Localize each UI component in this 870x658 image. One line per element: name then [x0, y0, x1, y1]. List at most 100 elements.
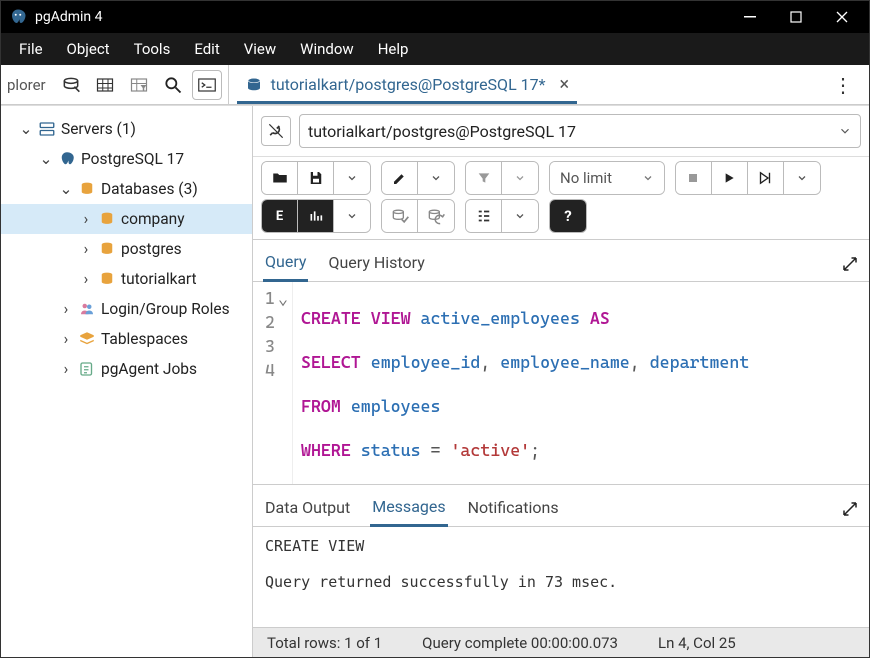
- tree-db-tutorialkart[interactable]: › tutorialkart: [1, 264, 252, 294]
- expand-icon[interactable]: ›: [59, 330, 73, 348]
- line-number: 1: [265, 286, 275, 310]
- tree-databases[interactable]: ⌄ Databases (3): [1, 174, 252, 204]
- save-file-button[interactable]: [298, 162, 334, 194]
- sql-keyword: FROM: [301, 396, 341, 416]
- pgagent-icon: [77, 360, 97, 378]
- expand-icon[interactable]: ⌄: [19, 120, 33, 138]
- query-tool-icon[interactable]: [56, 70, 86, 100]
- menu-tools[interactable]: Tools: [124, 36, 181, 62]
- view-data-icon[interactable]: [90, 70, 120, 100]
- explain-analyze-button[interactable]: [298, 200, 334, 232]
- expand-icon[interactable]: ›: [79, 240, 93, 258]
- menu-file[interactable]: File: [9, 36, 53, 62]
- query-toolbar-2: E ?: [253, 195, 869, 240]
- execute-button[interactable]: [712, 162, 748, 194]
- tab-query-history[interactable]: Query History: [326, 247, 426, 280]
- expand-icon[interactable]: ›: [59, 300, 73, 318]
- expand-icon[interactable]: ›: [79, 270, 93, 288]
- filter-button[interactable]: [466, 162, 502, 194]
- psql-tool-icon[interactable]: [192, 70, 222, 100]
- search-objects-icon[interactable]: [158, 70, 188, 100]
- object-explorer-tree[interactable]: ⌄ Servers (1) ⌄ PostgreSQL 17 ⌄ Database…: [1, 106, 253, 657]
- sql-identifier: active_employees: [421, 308, 580, 328]
- limit-label: No limit: [560, 169, 612, 187]
- editor-gutter: 1⌄ 2 3 4: [253, 282, 293, 484]
- sql-string: 'active': [450, 440, 530, 460]
- tab-messages[interactable]: Messages: [370, 491, 447, 527]
- line-number: 4: [265, 358, 275, 382]
- maximize-button[interactable]: [773, 1, 819, 33]
- elephant-icon: [57, 150, 77, 168]
- tab-data-output[interactable]: Data Output: [263, 492, 352, 525]
- expand-editor-icon[interactable]: [841, 255, 859, 273]
- sql-keyword: WHERE: [301, 440, 351, 460]
- limit-dropdown[interactable]: No limit: [550, 162, 664, 194]
- database-icon: [97, 240, 117, 258]
- expand-icon[interactable]: ›: [79, 210, 93, 228]
- edit-dropdown[interactable]: [418, 162, 454, 194]
- macros-dropdown[interactable]: [502, 200, 538, 232]
- macros-button[interactable]: [466, 200, 502, 232]
- databases-icon: [77, 180, 97, 198]
- sql-keyword: AS: [590, 308, 610, 328]
- sql-keyword: CREATE: [301, 308, 361, 328]
- expand-icon[interactable]: ›: [59, 360, 73, 378]
- tab-notifications[interactable]: Notifications: [466, 492, 561, 525]
- tab-query[interactable]: Query: [263, 246, 308, 282]
- execute-options-button[interactable]: [748, 162, 784, 194]
- tree-label: tutorialkart: [121, 270, 197, 288]
- edit-group: [381, 161, 455, 195]
- tree-db-postgres[interactable]: › postgres: [1, 234, 252, 264]
- help-group: ?: [549, 199, 587, 233]
- filter-rows-icon[interactable]: [124, 70, 154, 100]
- explain-dropdown[interactable]: [334, 200, 370, 232]
- line-number: 3: [265, 334, 275, 358]
- rollback-button[interactable]: [418, 200, 454, 232]
- tree-label: PostgreSQL 17: [81, 150, 184, 168]
- query-tab-bar: tutorialkart/postgres@PostgreSQL 17* × ⋮: [229, 65, 869, 104]
- cancel-query-button[interactable]: [676, 162, 712, 194]
- menu-help[interactable]: Help: [368, 36, 419, 62]
- save-dropdown[interactable]: [334, 162, 370, 194]
- tab-menu-icon[interactable]: ⋮: [825, 69, 861, 101]
- tree-tablespaces[interactable]: › Tablespaces: [1, 324, 252, 354]
- commit-button[interactable]: [382, 200, 418, 232]
- menu-object[interactable]: Object: [57, 36, 120, 62]
- macros-group: [465, 199, 539, 233]
- query-tool-tab[interactable]: tutorialkart/postgres@PostgreSQL 17* ×: [237, 68, 578, 104]
- tree-server-pg17[interactable]: ⌄ PostgreSQL 17: [1, 144, 252, 174]
- explain-button[interactable]: E: [262, 200, 298, 232]
- expand-icon[interactable]: ⌄: [39, 150, 53, 168]
- fold-icon[interactable]: ⌄: [277, 286, 289, 310]
- close-tab-icon[interactable]: ×: [560, 74, 570, 95]
- tree-label: Servers (1): [61, 120, 136, 138]
- sql-keyword: VIEW: [371, 308, 411, 328]
- expand-icon[interactable]: ⌄: [59, 180, 73, 198]
- edit-button[interactable]: [382, 162, 418, 194]
- menu-window[interactable]: Window: [290, 36, 364, 62]
- menu-edit[interactable]: Edit: [184, 36, 229, 62]
- tree-login-roles[interactable]: › Login/Group Roles: [1, 294, 252, 324]
- tree-db-company[interactable]: › company: [1, 204, 252, 234]
- explorer-toolbar: plorer: [1, 65, 229, 104]
- close-button[interactable]: [819, 1, 865, 33]
- connection-status-icon[interactable]: [261, 116, 291, 146]
- messages-panel[interactable]: CREATE VIEW Query returned successfully …: [253, 527, 869, 627]
- tree-servers[interactable]: ⌄ Servers (1): [1, 114, 252, 144]
- help-button[interactable]: ?: [550, 200, 586, 232]
- editor-content[interactable]: CREATE VIEW active_employees AS SELECT e…: [293, 282, 869, 484]
- main-body: ⌄ Servers (1) ⌄ PostgreSQL 17 ⌄ Database…: [1, 105, 869, 657]
- menu-view[interactable]: View: [234, 36, 286, 62]
- sql-identifier: status: [361, 440, 421, 460]
- filter-dropdown[interactable]: [502, 162, 538, 194]
- open-file-button[interactable]: [262, 162, 298, 194]
- execute-group: [675, 161, 821, 195]
- tree-pgagent[interactable]: › pgAgent Jobs: [1, 354, 252, 384]
- connection-dropdown[interactable]: tutorialkart/postgres@PostgreSQL 17: [299, 114, 861, 148]
- titlebar[interactable]: pgAdmin 4: [1, 1, 869, 33]
- minimize-button[interactable]: [727, 1, 773, 33]
- status-rows: Total rows: 1 of 1: [267, 634, 382, 652]
- expand-output-icon[interactable]: [841, 500, 859, 518]
- execute-dropdown[interactable]: [784, 162, 820, 194]
- sql-editor[interactable]: 1⌄ 2 3 4 CREATE VIEW active_employees AS…: [253, 282, 869, 484]
